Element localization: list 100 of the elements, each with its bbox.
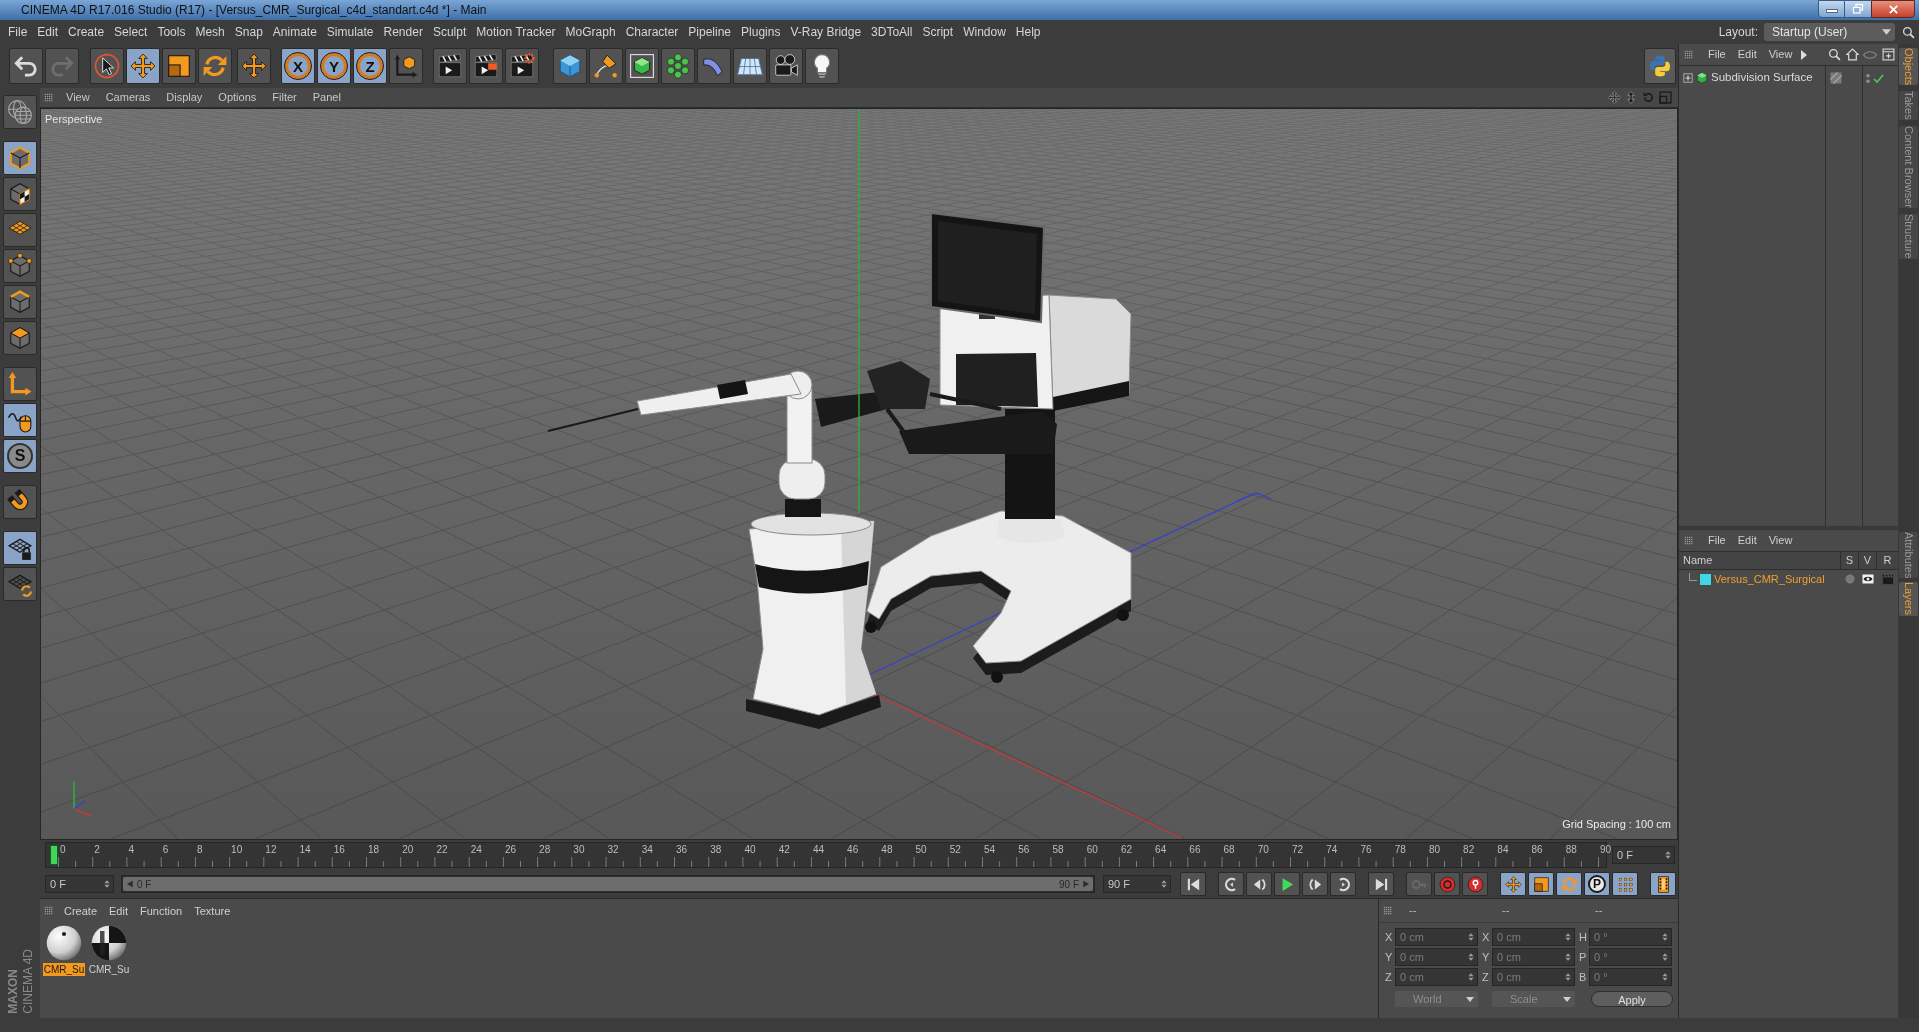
search-button[interactable]	[1827, 47, 1841, 62]
solo-button[interactable]: S	[3, 439, 37, 473]
menu-item[interactable]: Pipeline	[683, 22, 737, 42]
coordinate-system-button[interactable]	[389, 48, 423, 84]
side-tab[interactable]: Layers	[1899, 582, 1918, 616]
zoom-view-button[interactable]	[1624, 90, 1638, 105]
close-button[interactable]	[1871, 0, 1915, 18]
next-frame-button[interactable]	[1302, 872, 1328, 896]
end-frame-field[interactable]: 90 F	[1103, 875, 1171, 893]
polygons-mode-button[interactable]	[3, 321, 37, 355]
align-workplane-button[interactable]	[3, 567, 37, 601]
go-to-start-button[interactable]	[1180, 872, 1206, 896]
scale-tool-button[interactable]	[162, 48, 196, 84]
viewport-menu-item[interactable]: Filter	[264, 89, 305, 106]
cloner-button[interactable]	[661, 48, 695, 84]
menu-item[interactable]: V-Ray Bridge	[785, 22, 867, 42]
layer-row[interactable]: Versus_CMR_Surgical	[1679, 570, 1898, 588]
material-menu-item[interactable]: Create	[58, 902, 104, 920]
point-level-key-button[interactable]	[1612, 872, 1638, 896]
model-mode-button[interactable]	[3, 141, 37, 175]
menu-item[interactable]: Animate	[267, 22, 322, 42]
viewport-menu-item[interactable]: Cameras	[97, 89, 159, 106]
axis-lock-button[interactable]: Z	[353, 48, 387, 84]
render-view-button[interactable]	[433, 48, 467, 84]
next-key-button[interactable]	[1330, 872, 1356, 896]
position-key-button[interactable]	[1500, 872, 1526, 896]
menu-item[interactable]: Edit	[32, 22, 64, 42]
workplane-mode-button[interactable]	[3, 213, 37, 247]
python-button[interactable]	[1644, 48, 1676, 84]
pan-view-button[interactable]	[1607, 90, 1621, 105]
snap-button[interactable]	[3, 485, 37, 519]
make-editable-button[interactable]	[3, 95, 37, 129]
texture-mode-button[interactable]	[3, 177, 37, 211]
cube-object-button[interactable]	[553, 48, 587, 84]
coordinate-field[interactable]: 0 °	[1589, 948, 1672, 966]
object-menu-item[interactable]: Edit	[1731, 46, 1763, 63]
menu-item[interactable]: Plugins	[736, 22, 786, 42]
menu-item[interactable]: Script	[917, 22, 959, 42]
coordinate-field[interactable]: 0 °	[1589, 928, 1672, 946]
coordinate-field[interactable]: 0 cm	[1492, 928, 1575, 946]
layout-dropdown[interactable]: Startup (User)	[1764, 23, 1895, 41]
material-item[interactable]: CMR_Su	[88, 925, 130, 976]
axis-lock-button[interactable]: Y	[317, 48, 351, 84]
menu-item[interactable]: Create	[63, 22, 110, 42]
lock-workplane-button[interactable]	[3, 531, 37, 565]
parameter-key-button[interactable]: P	[1584, 872, 1610, 896]
axis-mode-button[interactable]	[3, 367, 37, 401]
object-row[interactable]: Subdivision Surface	[1679, 69, 1825, 87]
viewport-menu-item[interactable]: Display	[158, 89, 211, 106]
start-frame-field[interactable]: 0 F	[45, 875, 114, 893]
camera-object-button[interactable]	[769, 48, 803, 84]
render-picture-button[interactable]	[469, 48, 503, 84]
rotate-tool-button[interactable]	[198, 48, 232, 84]
deformer-button[interactable]	[697, 48, 731, 84]
coordinate-field[interactable]: 0 cm	[1492, 948, 1575, 966]
scale-key-button[interactable]	[1528, 872, 1554, 896]
minimize-button[interactable]	[1818, 0, 1845, 18]
coordinate-field[interactable]: 0 cm	[1395, 928, 1478, 946]
coordinate-field[interactable]: 0 cm	[1492, 968, 1575, 986]
layer-menu-item[interactable]: File	[1702, 532, 1732, 549]
coordinate-field[interactable]: 0 cm	[1395, 948, 1478, 966]
subdivision-button[interactable]	[625, 48, 659, 84]
side-tab[interactable]: Content Browser	[1899, 126, 1918, 208]
menu-item[interactable]: Window	[958, 22, 1011, 42]
menu-item[interactable]: Select	[109, 22, 153, 42]
object-menu-item[interactable]: File	[1702, 46, 1732, 63]
viewport-menu-item[interactable]: Panel	[304, 89, 349, 106]
coordinate-field[interactable]: 0 °	[1589, 968, 1672, 986]
menu-item[interactable]: Mesh	[190, 22, 230, 42]
menu-item[interactable]: Render	[378, 22, 428, 42]
menu-item[interactable]: Sculpt	[427, 22, 472, 42]
menu-item[interactable]: MoGraph	[560, 22, 621, 42]
object-menu-item[interactable]: View	[1762, 46, 1799, 63]
points-mode-button[interactable]	[3, 249, 37, 283]
tweak-mode-button[interactable]	[3, 403, 37, 437]
axis-lock-button[interactable]: X	[281, 48, 315, 84]
previous-frame-button[interactable]	[1246, 872, 1272, 896]
new-window-button[interactable]	[1881, 47, 1895, 62]
floor-object-button[interactable]	[733, 48, 767, 84]
playhead-marker[interactable]	[50, 845, 58, 865]
side-tab[interactable]: Structure	[1899, 214, 1918, 259]
menu-item[interactable]: Simulate	[321, 22, 379, 42]
undo-button[interactable]	[9, 48, 43, 84]
timeline-button[interactable]	[1650, 872, 1676, 896]
material-menu-item[interactable]: Texture	[188, 902, 237, 920]
light-object-button[interactable]	[805, 48, 839, 84]
edges-mode-button[interactable]	[3, 285, 37, 319]
material-menu-item[interactable]: Edit	[103, 902, 134, 920]
autokey-button[interactable]	[1462, 872, 1488, 896]
side-tab[interactable]: Attributes	[1899, 532, 1918, 579]
go-to-end-button[interactable]	[1368, 872, 1394, 896]
current-frame-field[interactable]: 0 F	[1612, 846, 1675, 864]
menu-item[interactable]: File	[3, 22, 33, 42]
move-tool-button[interactable]	[126, 48, 160, 84]
select-tool-button[interactable]	[90, 48, 124, 84]
menu-item[interactable]: Motion Tracker	[471, 22, 561, 42]
menu-item[interactable]: Snap	[229, 22, 268, 42]
apply-button[interactable]: Apply	[1591, 991, 1673, 1007]
play-button[interactable]	[1274, 872, 1300, 896]
menu-item[interactable]: Tools	[152, 22, 191, 42]
